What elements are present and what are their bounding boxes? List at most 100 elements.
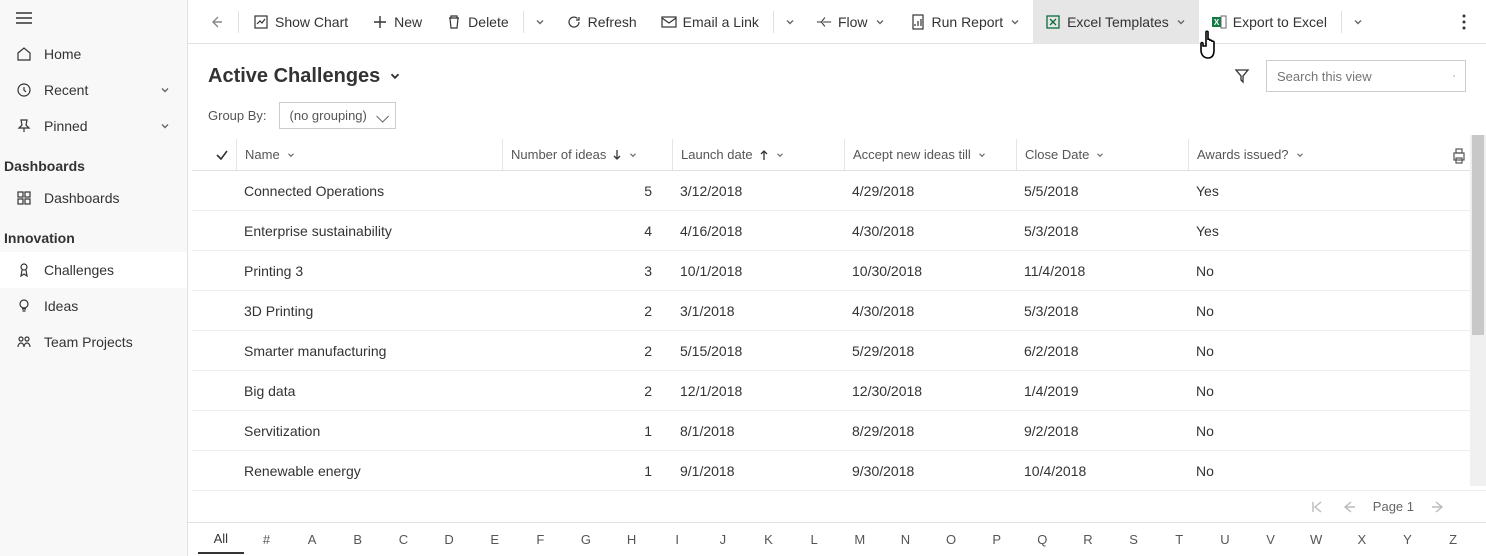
svg-text:X: X <box>1214 18 1220 27</box>
main-area: Show Chart New Delete Refresh Email a Li… <box>188 0 1486 556</box>
sidebar-item-team-projects[interactable]: Team Projects <box>0 324 187 360</box>
chevron-down-icon <box>977 150 987 160</box>
sidebar-item-challenges[interactable]: Challenges <box>0 252 187 288</box>
alpha-c[interactable]: C <box>381 526 427 553</box>
alpha-y[interactable]: Y <box>1385 526 1431 553</box>
alpha-r[interactable]: R <box>1065 526 1111 553</box>
email-link-button[interactable]: Email a Link <box>649 0 771 44</box>
cmd-label: Refresh <box>588 14 637 30</box>
cell-accept: 9/30/2018 <box>844 463 1016 479</box>
alpha-n[interactable]: N <box>883 526 929 553</box>
alpha-u[interactable]: U <box>1202 526 1248 553</box>
sidebar-item-pinned[interactable]: Pinned <box>0 108 187 144</box>
flow-button[interactable]: Flow <box>804 0 898 44</box>
funnel-icon <box>1234 68 1250 84</box>
export-excel-button[interactable]: X Export to Excel <box>1199 0 1339 44</box>
export-dropdown[interactable] <box>1344 0 1372 44</box>
chart-icon <box>253 14 269 30</box>
alpha-j[interactable]: J <box>700 526 746 553</box>
col-launch-date[interactable]: Launch date <box>672 139 844 170</box>
alpha-z[interactable]: Z <box>1430 526 1476 553</box>
table-row[interactable]: Enterprise sustainability44/16/20184/30/… <box>192 211 1486 251</box>
cell-name: Connected Operations <box>236 183 502 199</box>
sidebar-label: Recent <box>44 82 88 98</box>
alpha-i[interactable]: I <box>654 526 700 553</box>
alpha-q[interactable]: Q <box>1020 526 1066 553</box>
cell-name: Servitization <box>236 423 502 439</box>
vertical-scrollbar[interactable] <box>1470 135 1486 486</box>
sidebar-item-ideas[interactable]: Ideas <box>0 288 187 324</box>
alpha-v[interactable]: V <box>1248 526 1294 553</box>
alpha-f[interactable]: F <box>517 526 563 553</box>
cell-launch: 9/1/2018 <box>672 463 844 479</box>
table-row[interactable]: Renewable energy19/1/20189/30/201810/4/2… <box>192 451 1486 491</box>
pager-first[interactable] <box>1309 500 1325 514</box>
sidebar-item-recent[interactable]: Recent <box>0 72 187 108</box>
view-title-dropdown[interactable]: Active Challenges <box>208 65 402 88</box>
delete-dropdown[interactable] <box>526 0 554 44</box>
sidebar-label: Home <box>44 46 81 62</box>
alpha-g[interactable]: G <box>563 526 609 553</box>
more-button[interactable] <box>1450 0 1478 44</box>
cell-awards: No <box>1188 463 1358 479</box>
cell-launch: 8/1/2018 <box>672 423 844 439</box>
cell-launch: 3/12/2018 <box>672 183 844 199</box>
export-list-button[interactable] <box>1452 148 1466 164</box>
table-row[interactable]: 3D Printing23/1/20184/30/20185/3/2018No <box>192 291 1486 331</box>
alpha-b[interactable]: B <box>335 526 381 553</box>
trash-icon <box>446 14 462 30</box>
show-chart-button[interactable]: Show Chart <box>241 0 360 44</box>
pager-prev[interactable] <box>1341 500 1357 514</box>
table-row[interactable]: Printing 3310/1/201810/30/201811/4/2018N… <box>192 251 1486 291</box>
cell-accept: 5/29/2018 <box>844 343 1016 359</box>
alpha-k[interactable]: K <box>746 526 792 553</box>
col-number-ideas[interactable]: Number of ideas <box>502 139 672 170</box>
select-all[interactable] <box>208 148 236 162</box>
table-row[interactable]: Big data212/1/201812/30/20181/4/2019No <box>192 371 1486 411</box>
alpha-#[interactable]: # <box>244 526 290 553</box>
table-row[interactable]: Servitization18/1/20188/29/20189/2/2018N… <box>192 411 1486 451</box>
back-button[interactable] <box>196 0 236 44</box>
alpha-p[interactable]: P <box>974 526 1020 553</box>
new-button[interactable]: New <box>360 0 434 44</box>
delete-button[interactable]: Delete <box>434 0 520 44</box>
col-close-date[interactable]: Close Date <box>1016 139 1188 170</box>
alpha-d[interactable]: D <box>426 526 472 553</box>
alpha-e[interactable]: E <box>472 526 518 553</box>
run-report-button[interactable]: Run Report <box>898 0 1034 44</box>
sidebar-item-home[interactable]: Home <box>0 36 187 72</box>
hamburger-button[interactable] <box>0 0 187 36</box>
cmd-label: Export to Excel <box>1233 14 1327 30</box>
cell-num: 4 <box>502 223 672 239</box>
alpha-all[interactable]: All <box>198 525 244 554</box>
printer-icon <box>1452 148 1466 164</box>
alpha-s[interactable]: S <box>1111 526 1157 553</box>
scrollbar-thumb[interactable] <box>1472 135 1484 335</box>
alpha-t[interactable]: T <box>1156 526 1202 553</box>
alpha-a[interactable]: A <box>289 526 335 553</box>
cell-accept: 12/30/2018 <box>844 383 1016 399</box>
excel-templates-button[interactable]: Excel Templates <box>1033 0 1199 44</box>
group-by-select[interactable]: (no grouping) <box>279 102 396 129</box>
alpha-x[interactable]: X <box>1339 526 1385 553</box>
table-row[interactable]: Smarter manufacturing25/15/20185/29/2018… <box>192 331 1486 371</box>
sidebar-item-dashboards[interactable]: Dashboards <box>0 180 187 216</box>
menu-icon <box>16 12 32 24</box>
email-icon <box>661 14 677 30</box>
email-dropdown[interactable] <box>776 0 804 44</box>
table-row[interactable]: Connected Operations53/12/20184/29/20185… <box>192 171 1486 211</box>
col-accept-until[interactable]: Accept new ideas till <box>844 139 1016 170</box>
col-name[interactable]: Name <box>236 139 502 170</box>
refresh-button[interactable]: Refresh <box>554 0 649 44</box>
alpha-l[interactable]: L <box>791 526 837 553</box>
col-awards-issued[interactable]: Awards issued? <box>1188 139 1358 170</box>
alpha-m[interactable]: M <box>837 526 883 553</box>
search-input[interactable] <box>1277 69 1453 84</box>
alpha-h[interactable]: H <box>609 526 655 553</box>
sidebar-label: Ideas <box>44 298 78 314</box>
alpha-o[interactable]: O <box>928 526 974 553</box>
filter-button[interactable] <box>1234 68 1250 84</box>
search-box[interactable] <box>1266 60 1466 92</box>
pager-next[interactable] <box>1430 500 1446 514</box>
alpha-w[interactable]: W <box>1293 526 1339 553</box>
